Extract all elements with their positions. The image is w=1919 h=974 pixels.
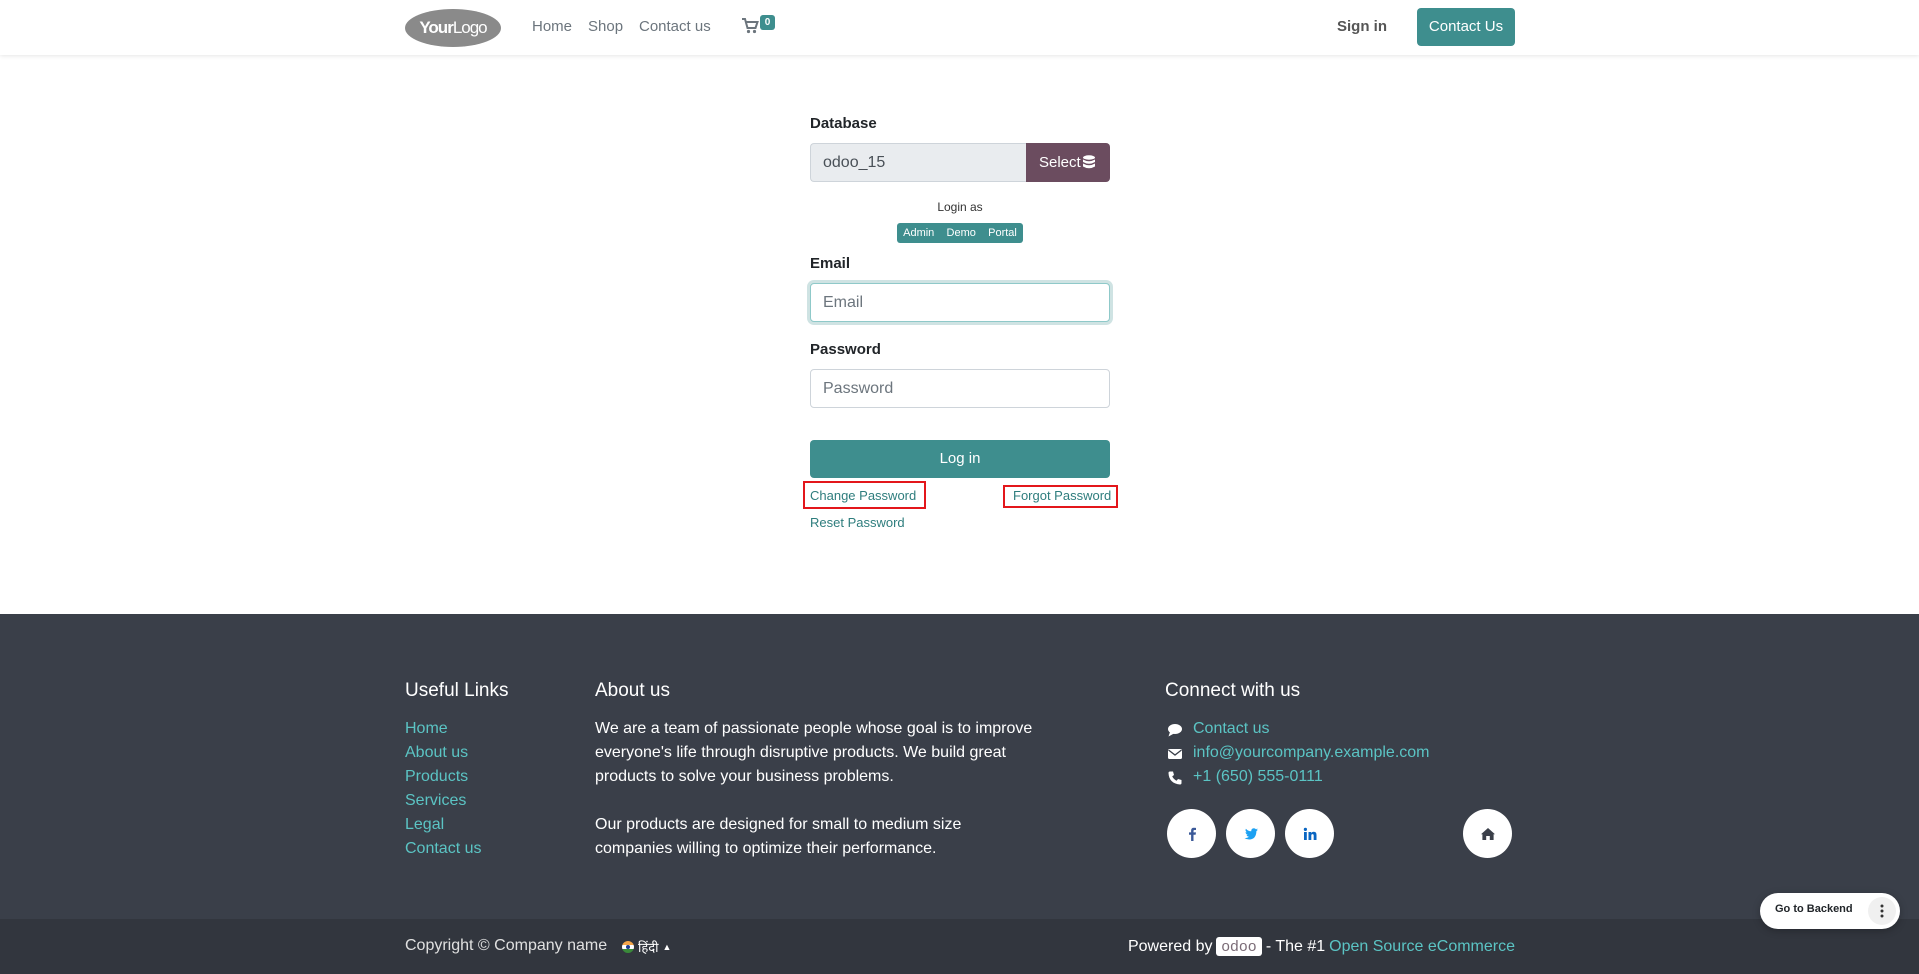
about-text-line: everyone's life through disruptive produ… xyxy=(595,744,1006,761)
envelope-icon xyxy=(1168,749,1182,759)
twitter-icon xyxy=(1244,827,1258,839)
powered-by-label: Powered by xyxy=(1127,937,1213,955)
open-source-ecommerce-link[interactable]: Open Source eCommerce xyxy=(1329,938,1515,956)
quick-login-group: Admin Demo Portal xyxy=(897,223,1023,243)
footer-link-services[interactable]: Services xyxy=(405,792,466,810)
nav-home[interactable]: Home xyxy=(532,18,572,35)
linkedin-icon xyxy=(1303,827,1316,840)
india-flag-icon xyxy=(622,941,634,953)
database-icon xyxy=(1083,155,1095,169)
copyright-text: Copyright © Company name xyxy=(405,937,608,954)
about-text-line: companies willing to optimize their perf… xyxy=(595,840,937,857)
caret-up-icon: ▲ xyxy=(662,942,672,952)
twitter-button[interactable] xyxy=(1226,809,1275,858)
cart-icon[interactable] xyxy=(741,17,759,35)
about-text-line: products to solve your business problems… xyxy=(595,768,894,785)
site-header: YourLogo Home Shop Contact us 0 Sign in … xyxy=(0,0,1919,55)
site-footer: Useful Links Home About us Products Serv… xyxy=(0,614,1919,919)
phone-icon xyxy=(1168,771,1182,785)
forgot-password-link[interactable]: Forgot Password xyxy=(1013,488,1111,503)
linkedin-button[interactable] xyxy=(1285,809,1334,858)
connect-email-link[interactable]: info@yourcompany.example.com xyxy=(1193,744,1430,762)
nav-shop[interactable]: Shop xyxy=(588,18,623,35)
database-label: Database xyxy=(810,115,877,132)
database-field[interactable]: odoo_15 xyxy=(810,143,1026,182)
password-label: Password xyxy=(810,341,881,358)
login-as-admin-button[interactable]: Admin xyxy=(903,227,934,239)
nav-contact-us[interactable]: Contact us xyxy=(639,18,711,35)
footer-link-home[interactable]: Home xyxy=(405,720,448,738)
change-password-link[interactable]: Change Password xyxy=(810,488,916,503)
password-input[interactable] xyxy=(810,369,1110,408)
facebook-icon xyxy=(1188,827,1196,841)
powered-by: Powered by odoo - The #1 Open Source eCo… xyxy=(1128,937,1515,956)
database-select-button[interactable]: Select xyxy=(1026,143,1110,182)
go-to-backend-button[interactable]: Go to Backend xyxy=(1775,903,1853,915)
login-as-demo-button[interactable]: Demo xyxy=(947,227,976,239)
go-to-backend-widget: Go to Backend xyxy=(1760,893,1900,929)
about-us-heading: About us xyxy=(595,680,670,701)
login-button[interactable]: Log in xyxy=(810,440,1110,478)
connect-phone-link[interactable]: +1 (650) 555-0111 xyxy=(1193,768,1323,786)
facebook-button[interactable] xyxy=(1167,809,1216,858)
the-number-one-label: - The #1 xyxy=(1265,937,1326,955)
about-text-line: We are a team of passionate people whose… xyxy=(595,720,1033,737)
about-text-line: Our products are designed for small to m… xyxy=(595,816,962,833)
login-as-label: Login as xyxy=(937,200,983,214)
footer-link-about-us[interactable]: About us xyxy=(405,744,468,762)
odoo-logo[interactable]: odoo xyxy=(1216,937,1262,956)
reset-password-link[interactable]: Reset Password xyxy=(810,515,905,530)
connect-contact-link[interactable]: Contact us xyxy=(1193,720,1269,738)
more-options-button[interactable] xyxy=(1868,897,1896,925)
footer-link-legal[interactable]: Legal xyxy=(405,816,444,834)
sign-in-link[interactable]: Sign in xyxy=(1337,18,1387,35)
email-label: Email xyxy=(810,255,851,272)
useful-links-heading: Useful Links xyxy=(405,680,509,701)
company-logo[interactable]: YourLogo xyxy=(405,9,501,47)
home-button[interactable] xyxy=(1463,809,1512,858)
copyright-bar: Copyright © Company name हिंदी ▲ Powered… xyxy=(0,919,1919,974)
home-icon xyxy=(1480,827,1495,840)
language-selector[interactable]: हिंदी ▲ xyxy=(622,938,671,956)
cart-count-badge: 0 xyxy=(760,15,775,30)
vertical-dots-icon xyxy=(1880,904,1884,918)
footer-link-products[interactable]: Products xyxy=(405,768,468,786)
connect-heading: Connect with us xyxy=(1165,680,1301,701)
footer-link-contact-us[interactable]: Contact us xyxy=(405,840,481,858)
contact-us-button[interactable]: Contact Us xyxy=(1417,8,1515,46)
select-label: Select xyxy=(1039,154,1081,171)
login-as-portal-button[interactable]: Portal xyxy=(988,227,1017,239)
comment-icon xyxy=(1168,724,1182,737)
email-input[interactable] xyxy=(810,283,1110,322)
language-label: हिंदी xyxy=(638,940,659,955)
